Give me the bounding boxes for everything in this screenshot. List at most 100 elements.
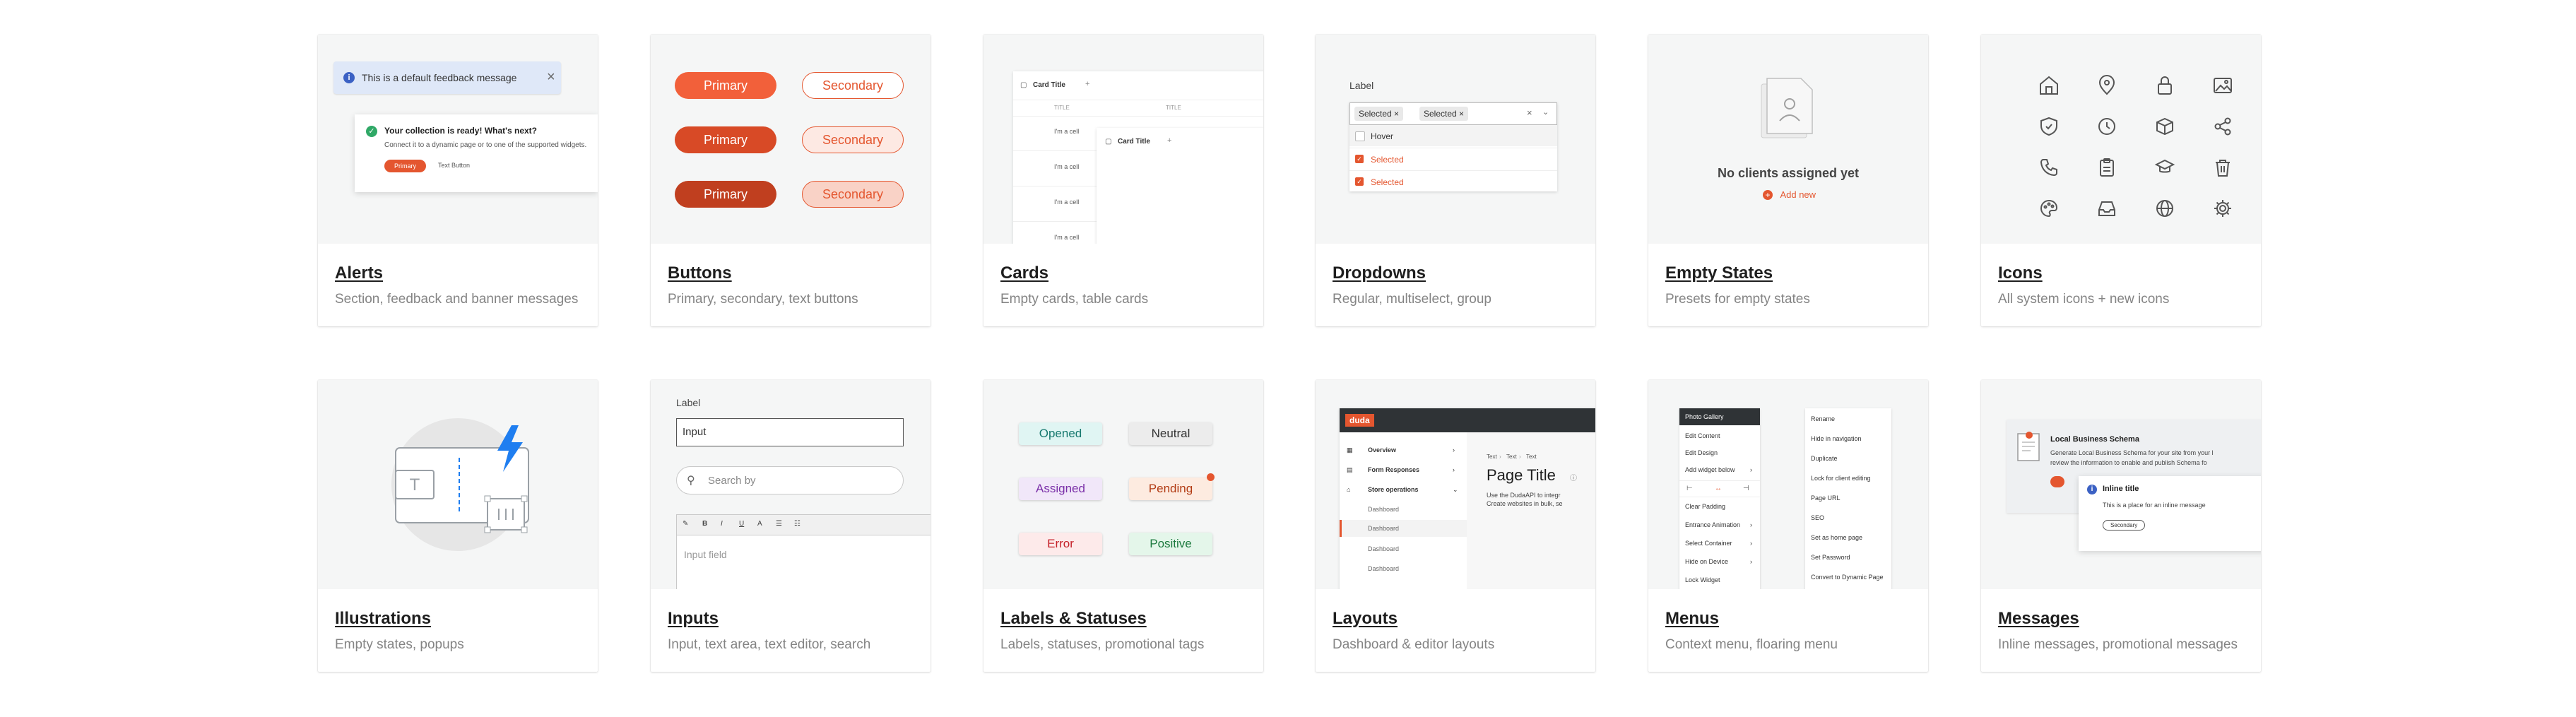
card-desc: Input, text area, text editor, search	[668, 637, 871, 652]
link-icon[interactable]: ✎	[683, 520, 688, 528]
card-title[interactable]: Empty States	[1665, 263, 1773, 283]
add-icon[interactable]: +	[1085, 80, 1089, 88]
clear-icon[interactable]: ×	[1527, 107, 1532, 118]
menu-item[interactable]: Page URL	[1811, 494, 1841, 502]
add-new-link[interactable]: + Add new	[1763, 189, 1816, 201]
chevron-down-icon[interactable]: ⌄	[1542, 107, 1549, 117]
numbered-list-icon[interactable]: ☷	[794, 520, 800, 528]
menu-item[interactable]: Lock Widget	[1685, 576, 1720, 583]
secondary-button[interactable]: Secondary	[2103, 520, 2146, 531]
icons-card[interactable]: Icons All system icons + new icons	[1981, 35, 2261, 326]
menu-item[interactable]: Hide in navigation	[1811, 435, 1862, 442]
menu-item[interactable]: Duplicate	[1811, 455, 1838, 462]
empty-states-card[interactable]: No clients assigned yet + Add new Empty …	[1648, 35, 1928, 326]
checkbox-checked[interactable]: ✓	[1355, 177, 1364, 186]
breadcrumb-item[interactable]: Text	[1487, 454, 1497, 460]
card-title[interactable]: Messages	[1998, 609, 2079, 629]
menu-item[interactable]: Edit Design	[1685, 449, 1718, 456]
multiselect-dropdown[interactable]: Selected × Selected × × ⌄ Hover ✓ Select…	[1349, 102, 1557, 191]
menu-item[interactable]: Edit Content	[1685, 432, 1720, 439]
breadcrumb-item[interactable]: Text	[1526, 454, 1537, 460]
menu-item[interactable]: Entrance Animation	[1685, 521, 1740, 528]
text-editor[interactable]: ✎ B I U A ☰ ☷ Input field	[676, 514, 930, 589]
card-title[interactable]: Layouts	[1333, 609, 1398, 629]
option-hover[interactable]: Hover	[1371, 131, 1393, 141]
align-right-icon[interactable]: ⊣	[1743, 485, 1749, 492]
menu-item[interactable]: Lock for client editing	[1811, 475, 1871, 482]
chevron-right-icon: ›	[1750, 540, 1752, 547]
illustrations-card[interactable]: T Illustrations Empty states, popups	[318, 380, 598, 672]
search-input[interactable]: ⚲ Search by	[676, 466, 904, 494]
labels-card[interactable]: Opened Neutral Assigned Pending Error Po…	[983, 380, 1263, 672]
dropdowns-card[interactable]: Label Selected × Selected × × ⌄ Hover ✓ …	[1316, 35, 1595, 326]
bold-icon[interactable]: B	[702, 520, 707, 528]
primary-button[interactable]: Primary	[675, 72, 776, 99]
option-selected[interactable]: Selected	[1371, 155, 1404, 165]
bullet-list-icon[interactable]: ☰	[776, 520, 782, 528]
underline-icon[interactable]: U	[739, 520, 744, 528]
close-icon[interactable]: ×	[547, 69, 555, 85]
sidebar-item-store-operations[interactable]: Store operations	[1368, 486, 1419, 493]
sidebar-subitem[interactable]: Dashboard	[1368, 506, 1399, 513]
layouts-card[interactable]: duda ▦ Overview › ▤ Form Responses › ⌂ S…	[1316, 380, 1595, 672]
cards-card[interactable]: ▢ Card Title + TITLE TITLE I'm a cell I'…	[983, 35, 1263, 326]
buttons-card[interactable]: Primary Secondary Primary Secondary Prim…	[651, 35, 930, 326]
card-title[interactable]: Alerts	[335, 263, 383, 283]
primary-button-pressed[interactable]: Primary	[675, 181, 776, 208]
sidebar-item-form-responses[interactable]: Form Responses	[1368, 466, 1419, 473]
card-title[interactable]: Buttons	[668, 263, 732, 283]
menu-item[interactable]: Add widget below	[1685, 466, 1735, 473]
sidebar-subitem[interactable]: Dashboard	[1368, 545, 1399, 552]
menu-item[interactable]: SEO	[1811, 514, 1824, 521]
inputs-card[interactable]: Label Input ⚲ Search by ✎ B I U A ☰ ☷ In…	[651, 380, 930, 672]
sidebar-subitem-active[interactable]: Dashboard	[1340, 520, 1469, 537]
menu-item[interactable]: Convert to Dynamic Page	[1811, 574, 1884, 581]
promo-button[interactable]	[2050, 476, 2064, 487]
lock-icon	[2158, 76, 2172, 95]
text-button[interactable]: Text Button	[438, 162, 470, 169]
dropdown-label: Label	[1349, 80, 1374, 91]
checkbox[interactable]	[1355, 131, 1365, 141]
dashboard-layout: duda ▦ Overview › ▤ Form Responses › ⌂ S…	[1340, 408, 1595, 589]
alerts-card[interactable]: i This is a default feedback message × ✓…	[318, 35, 598, 326]
menu-item[interactable]: Select Container	[1685, 540, 1732, 547]
sidebar-subitem[interactable]: Dashboard	[1368, 565, 1399, 572]
card-title[interactable]: Cards	[1000, 263, 1048, 283]
sidebar-item-overview[interactable]: Overview	[1368, 446, 1396, 454]
add-icon[interactable]: +	[1167, 136, 1171, 145]
checkbox-checked[interactable]: ✓	[1355, 155, 1364, 163]
card-title[interactable]: Labels & Statuses	[1000, 609, 1147, 629]
menus-card[interactable]: Photo Gallery Edit Content Edit Design A…	[1648, 380, 1928, 672]
graduation-cap-icon	[2154, 159, 2175, 173]
menu-item[interactable]: Clear Padding	[1685, 503, 1725, 510]
card-title[interactable]: Icons	[1998, 263, 2043, 283]
breadcrumb-item[interactable]: Text	[1506, 454, 1517, 460]
svg-text:T: T	[410, 475, 420, 494]
card-title[interactable]: Dropdowns	[1333, 263, 1426, 283]
card-title[interactable]: Inputs	[668, 609, 719, 629]
primary-button-hover[interactable]: Primary	[675, 126, 776, 153]
secondary-button-hover[interactable]: Secondary	[802, 126, 904, 153]
align-center-icon[interactable]: ↔	[1715, 485, 1722, 492]
selected-chip[interactable]: Selected ×	[1419, 107, 1469, 121]
alert-title: Your collection is ready! What's next?	[384, 126, 538, 136]
card-title[interactable]: Illustrations	[335, 609, 431, 629]
alert-message: ✓ Your collection is ready! What's next?…	[355, 114, 598, 192]
menu-item[interactable]: Set as home page	[1811, 534, 1862, 541]
text-input[interactable]: Input	[676, 418, 904, 446]
menu-item[interactable]: Hide on Device	[1685, 558, 1728, 565]
secondary-button-pressed[interactable]: Secondary	[802, 181, 904, 208]
menu-item[interactable]: Rename	[1811, 415, 1835, 422]
italic-icon[interactable]: I	[721, 520, 723, 528]
card-icon: ▢	[1020, 81, 1027, 89]
align-left-icon[interactable]: ⊢	[1686, 485, 1693, 492]
card-title[interactable]: Menus	[1665, 609, 1719, 629]
primary-button[interactable]: Primary	[384, 160, 426, 172]
chevron-right-icon: ›	[1750, 466, 1752, 473]
option-selected[interactable]: Selected	[1371, 177, 1404, 187]
secondary-button[interactable]: Secondary	[802, 72, 904, 99]
text-color-icon[interactable]: A	[757, 520, 762, 528]
menu-item[interactable]: Set Password	[1811, 554, 1850, 561]
selected-chip[interactable]: Selected ×	[1354, 107, 1404, 121]
messages-card[interactable]: Local Business Schema Generate Local Bus…	[1981, 380, 2261, 672]
